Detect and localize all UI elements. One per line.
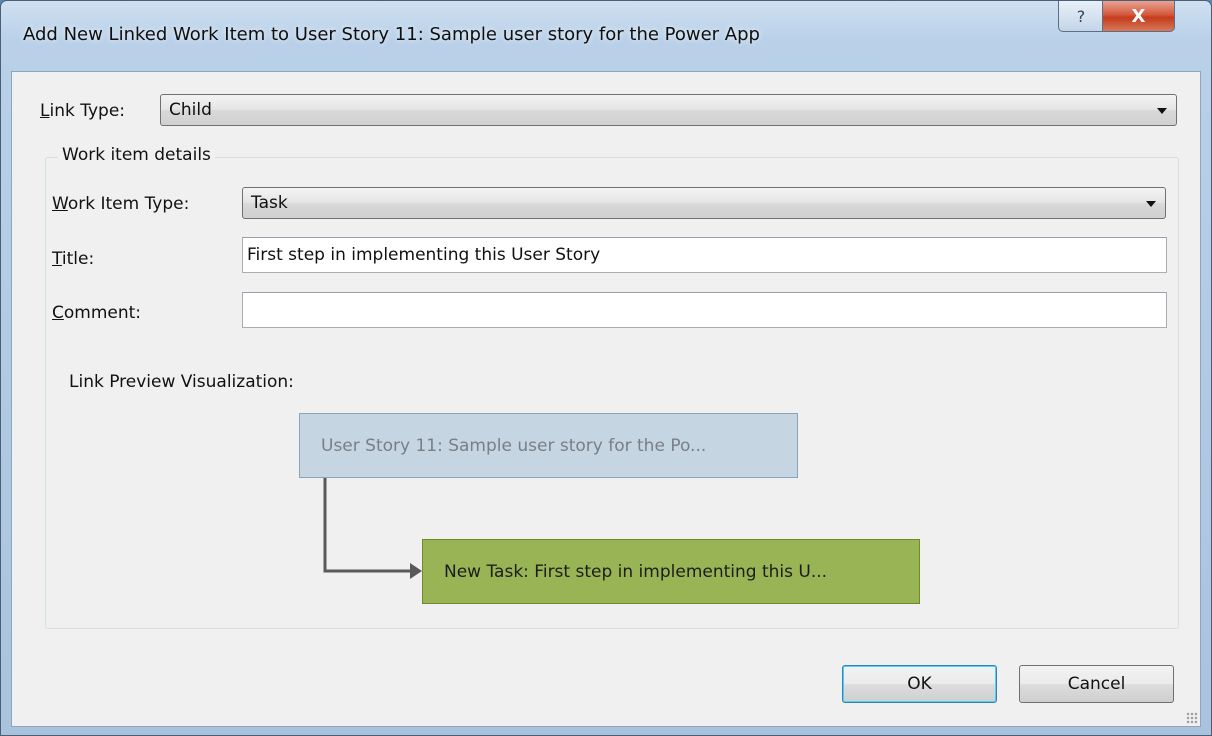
parent-node-label: User Story 11: Sample user story for the… bbox=[321, 435, 707, 456]
help-icon: ? bbox=[1076, 6, 1086, 26]
parent-work-item-node: User Story 11: Sample user story for the… bbox=[299, 413, 798, 478]
child-node-label: New Task: First step in implementing thi… bbox=[444, 561, 828, 582]
dialog-window: Add New Linked Work Item to User Story 1… bbox=[0, 0, 1212, 736]
close-button[interactable]: X bbox=[1102, 1, 1175, 32]
link-connector bbox=[323, 478, 422, 579]
cancel-button[interactable]: Cancel bbox=[1019, 665, 1174, 703]
close-icon: X bbox=[1131, 5, 1146, 27]
resize-grip-icon[interactable] bbox=[1186, 712, 1198, 724]
title-bar[interactable]: Add New Linked Work Item to User Story 1… bbox=[1, 1, 1211, 71]
ok-button[interactable]: OK bbox=[842, 665, 997, 703]
dialog-body: Link Type: Child Work item details Work … bbox=[11, 71, 1201, 727]
help-button[interactable]: ? bbox=[1058, 1, 1104, 32]
child-work-item-node: New Task: First step in implementing thi… bbox=[422, 539, 920, 604]
window-title: Add New Linked Work Item to User Story 1… bbox=[23, 24, 760, 45]
